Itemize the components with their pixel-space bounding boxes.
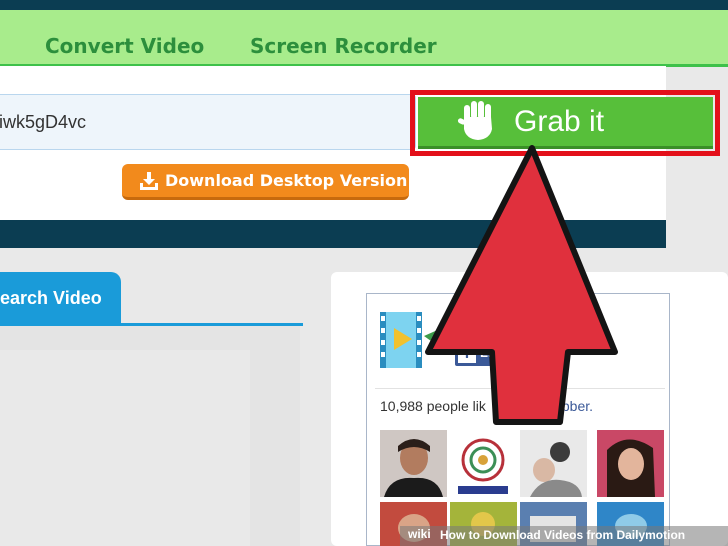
red-arrow-pointer xyxy=(425,145,618,425)
watermark-logo: wiki xyxy=(408,527,431,541)
top-nav-bar: Convert Video Screen Recorder xyxy=(0,10,728,67)
facebook-avatar-1[interactable] xyxy=(380,430,447,497)
nav-link-screen-recorder[interactable]: Screen Recorder xyxy=(250,34,437,58)
nav-link-convert-video[interactable]: Convert Video xyxy=(45,34,204,58)
facebook-avatar-3[interactable] xyxy=(520,430,587,497)
watermark-text: How to Download Videos from Dailymotion xyxy=(440,528,686,542)
tab-search-video[interactable]: earch Video xyxy=(0,272,121,324)
facebook-avatar-4[interactable] xyxy=(597,430,664,497)
download-desktop-button[interactable]: Download Desktop Version xyxy=(122,164,409,200)
facebook-avatar-2[interactable] xyxy=(450,430,517,497)
download-desktop-label: Download Desktop Version xyxy=(165,171,408,190)
download-icon xyxy=(140,172,158,190)
left-content-inner xyxy=(0,350,250,546)
tab-search-video-label: earch Video xyxy=(0,288,102,308)
url-input[interactable]: iwk5gD4vc xyxy=(0,94,416,150)
